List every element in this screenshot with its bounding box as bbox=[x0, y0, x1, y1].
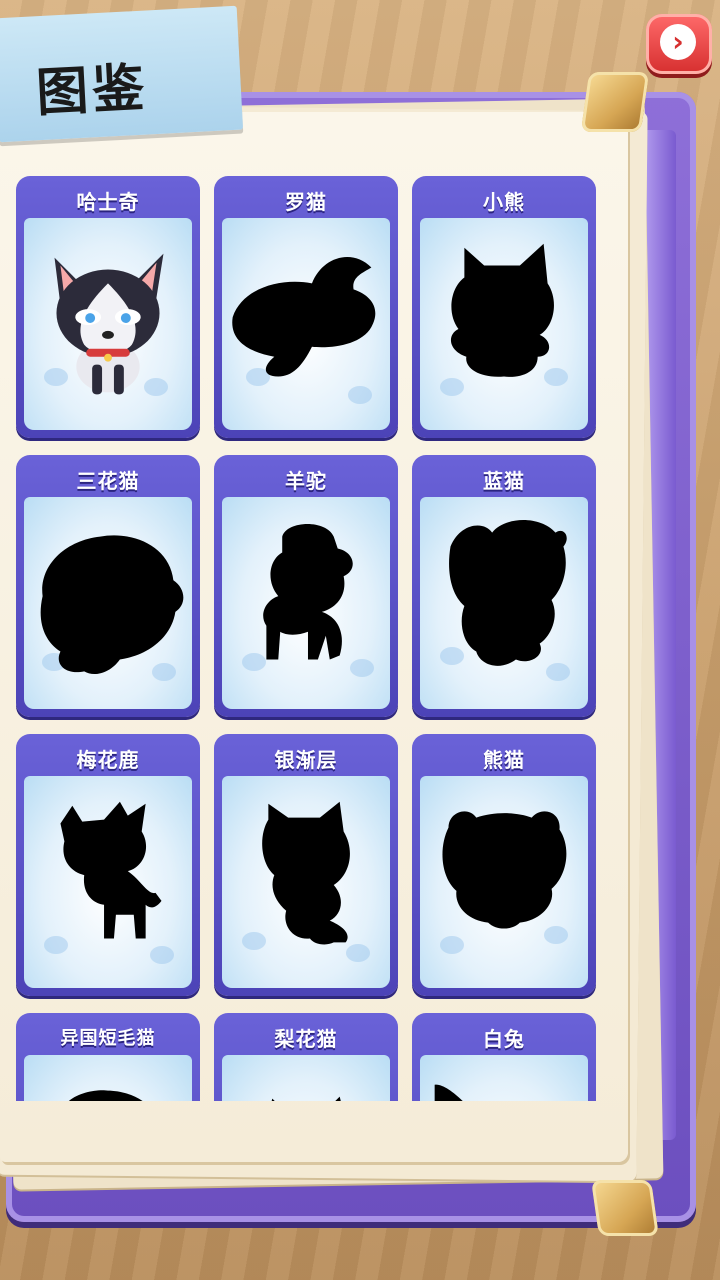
card-portrait bbox=[420, 497, 588, 709]
card-label: 羊驼 bbox=[285, 468, 327, 493]
card-portrait bbox=[24, 1055, 192, 1101]
card-sika-deer[interactable]: 梅花鹿 bbox=[16, 734, 200, 996]
card-label: 罗猫 bbox=[285, 189, 327, 214]
card-exotic-shorthair[interactable]: 异国短毛猫 bbox=[16, 1013, 200, 1101]
card-white-rabbit[interactable]: 白兔 bbox=[412, 1013, 596, 1101]
gold-corner-top bbox=[580, 72, 650, 132]
locked-silhouette bbox=[262, 801, 350, 945]
card-little-bear[interactable]: 小熊 bbox=[412, 176, 596, 438]
card-husky[interactable]: 哈士奇 bbox=[16, 176, 200, 438]
card-portrait bbox=[222, 776, 390, 988]
locked-silhouette bbox=[232, 257, 376, 377]
card-portrait bbox=[420, 776, 588, 988]
card-label: 三花猫 bbox=[76, 468, 140, 493]
page-title: 图鉴 bbox=[34, 57, 150, 124]
card-label: 银渐层 bbox=[274, 747, 338, 772]
locked-silhouette bbox=[434, 1084, 463, 1101]
card-label: 熊猫 bbox=[483, 747, 525, 772]
card-label: 梨花猫 bbox=[274, 1026, 338, 1051]
card-alpaca[interactable]: 羊驼 bbox=[214, 455, 398, 717]
card-label: 白兔 bbox=[483, 1026, 525, 1051]
card-label: 异国短毛猫 bbox=[60, 1028, 156, 1049]
card-panda[interactable]: 熊猫 bbox=[412, 734, 596, 996]
card-label: 梅花鹿 bbox=[76, 747, 140, 772]
locked-silhouette bbox=[271, 1096, 341, 1101]
locked-silhouette bbox=[40, 535, 184, 675]
locked-silhouette bbox=[263, 523, 353, 660]
card-luo-cat[interactable]: 罗猫 bbox=[214, 176, 398, 438]
next-button[interactable]: › bbox=[646, 14, 712, 74]
card-portrait bbox=[420, 1055, 588, 1101]
chevron-right-icon: › bbox=[660, 24, 696, 60]
card-portrait bbox=[222, 218, 390, 430]
card-label: 哈士奇 bbox=[76, 189, 140, 214]
locked-silhouette bbox=[60, 801, 162, 939]
husky-image bbox=[54, 253, 164, 395]
card-silver-shaded[interactable]: 银渐层 bbox=[214, 734, 398, 996]
card-portrait bbox=[24, 497, 192, 709]
card-blue-cat[interactable]: 蓝猫 bbox=[412, 455, 596, 717]
card-portrait bbox=[24, 776, 192, 988]
card-li-hua-cat[interactable]: 梨花猫 bbox=[214, 1013, 398, 1101]
card-portrait bbox=[222, 497, 390, 709]
locked-silhouette bbox=[449, 520, 567, 666]
collection-grid: 哈士奇 罗猫 小熊 三花猫 羊驼 蓝猫 梅花鹿 银渐层 熊猫 异国短毛猫 梨花猫… bbox=[16, 176, 606, 1101]
card-calico-cat[interactable]: 三花猫 bbox=[16, 455, 200, 717]
locked-silhouette bbox=[69, 1090, 143, 1101]
card-label: 小熊 bbox=[483, 189, 525, 214]
gold-corner-bottom bbox=[591, 1180, 659, 1236]
card-portrait bbox=[24, 218, 192, 430]
card-portrait bbox=[222, 1055, 390, 1101]
locked-silhouette bbox=[442, 811, 567, 929]
card-label: 蓝猫 bbox=[483, 468, 525, 493]
locked-silhouette bbox=[450, 243, 554, 377]
card-portrait bbox=[420, 218, 588, 430]
